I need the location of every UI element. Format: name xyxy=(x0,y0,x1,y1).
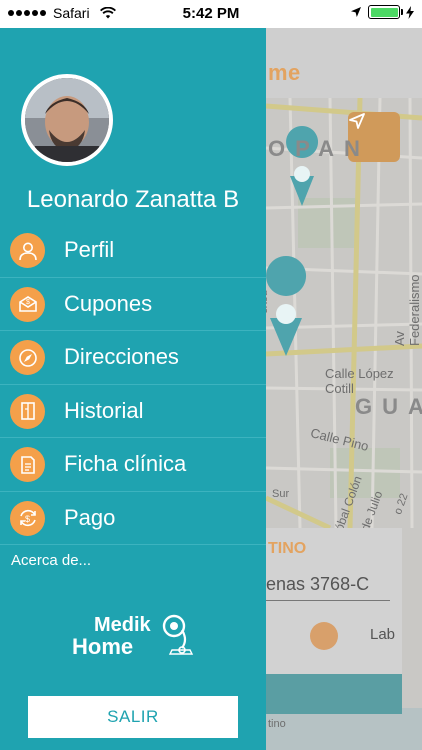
menu-label-perfil: Perfil xyxy=(64,237,115,262)
menu-item-direcciones[interactable]: Direcciones xyxy=(0,331,266,385)
logout-button[interactable]: SALIR xyxy=(28,696,238,738)
clinical-record-icon xyxy=(10,447,45,482)
menu-label-ficha-clinica: Ficha clínica xyxy=(64,451,187,476)
battery-icon xyxy=(368,5,403,19)
map-label-colonia: OPAN xyxy=(268,136,370,161)
profile-photo xyxy=(25,78,109,162)
map-card-divider xyxy=(266,600,390,601)
map-card-title: TINO xyxy=(268,540,307,557)
location-arrow-icon xyxy=(351,7,361,17)
menu-label-pago: Pago xyxy=(64,504,116,530)
history-icon xyxy=(10,393,45,429)
menu-label-historial: Historial xyxy=(64,397,144,423)
map-label-lopez: Calle López Cotill xyxy=(325,366,394,396)
about-link[interactable]: Acerca de... xyxy=(11,552,91,569)
drawer-menu: Perfil $ Cupones Direcciones Historial F… xyxy=(0,224,266,545)
svg-text:$: $ xyxy=(26,299,30,306)
map-label-tino: tino xyxy=(268,718,286,730)
stethoscope-icon xyxy=(162,614,194,655)
status-right xyxy=(350,5,414,19)
menu-item-perfil[interactable]: Perfil xyxy=(0,224,266,278)
menu-item-historial[interactable]: Historial xyxy=(0,385,266,438)
menu-label-cupones: Cupones xyxy=(64,290,153,316)
menu-item-ficha-clinica[interactable]: Ficha clínica xyxy=(0,438,266,492)
menu-item-pago[interactable]: $ Pago xyxy=(0,492,266,545)
map-card-address: enas 3768-C xyxy=(266,574,370,594)
side-drawer: Leonardo Zanatta B Perfil $ Cupones Dire… xyxy=(0,28,266,750)
map-label-federalismo: Av Federalismo N xyxy=(392,274,422,346)
avatar[interactable] xyxy=(21,74,113,166)
menu-label-direcciones: Direcciones xyxy=(64,344,179,369)
map-card-lab: Lab xyxy=(370,626,396,643)
coupon-icon: $ xyxy=(10,286,45,322)
map-label-city: GUA xyxy=(355,394,422,419)
user-icon xyxy=(10,233,45,268)
lab-icon xyxy=(310,622,338,650)
user-name: Leonardo Zanatta B xyxy=(26,186,240,213)
navigation-arrow-icon xyxy=(349,113,365,129)
medikhome-logo: Medik Home xyxy=(72,612,196,662)
logo-line-2: Home xyxy=(72,634,134,659)
svg-text:$: $ xyxy=(25,514,30,524)
map-label-sur: Sur xyxy=(272,488,290,500)
map-card-bar xyxy=(250,674,402,714)
charging-icon xyxy=(406,5,414,19)
status-bar: Safari 5:42 PM xyxy=(0,0,422,28)
payment-icon: $ xyxy=(10,500,45,536)
map-brand-partial: me xyxy=(268,60,301,85)
compass-icon xyxy=(10,340,45,375)
menu-item-cupones[interactable]: $ Cupones xyxy=(0,278,266,331)
